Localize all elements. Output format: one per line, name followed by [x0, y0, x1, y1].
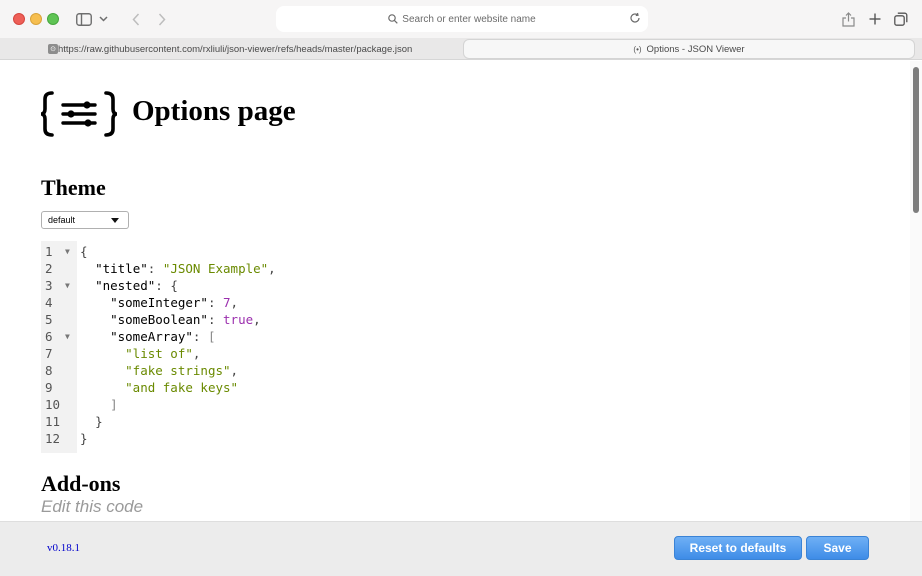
code-line: 1 ▼ { — [41, 243, 601, 260]
fold-arrow-icon[interactable]: ▼ — [65, 243, 70, 260]
code-token: "someBoolean" — [110, 312, 208, 327]
options-footer: v0.18.1 Reset to defaults Save — [0, 521, 922, 576]
code-token: { — [170, 278, 178, 293]
sidebar-toggle-button[interactable] — [74, 9, 94, 29]
fold-arrow-icon[interactable]: ▼ — [65, 328, 70, 345]
addons-heading: Add-ons — [41, 471, 121, 496]
browser-titlebar: Search or enter website name — [0, 0, 922, 38]
scrollbar-thumb[interactable] — [913, 67, 919, 213]
code-line: 4 "someInteger": 7, — [45, 295, 239, 310]
reset-to-defaults-button[interactable]: Reset to defaults — [674, 536, 802, 560]
share-button[interactable] — [839, 9, 857, 29]
fold-arrow-icon[interactable]: ▼ — [65, 277, 70, 294]
sidebar-menu-button[interactable] — [96, 9, 110, 29]
code-line: 6 ▼ "someArray": [ — [45, 328, 216, 345]
code-token: "JSON Example" — [162, 261, 269, 276]
tab-package-json[interactable]: ⊙ https://raw.githubusercontent.com/rxli… — [8, 39, 460, 59]
line-number: 2 — [45, 261, 53, 276]
new-tab-button[interactable] — [866, 9, 884, 29]
line-number: 12 — [45, 431, 61, 446]
line-number: 10 — [45, 397, 61, 412]
chevron-left-icon — [132, 12, 140, 26]
line-number: 3 — [45, 278, 53, 293]
sidebar-icon — [76, 12, 92, 26]
version-label: v0.18.1 — [47, 542, 80, 554]
search-icon — [388, 14, 399, 24]
code-line: 5 "someBoolean": true, — [45, 312, 261, 327]
theme-select-value: default — [48, 215, 76, 225]
tab-options-json-viewer[interactable]: (•) Options - JSON Viewer — [463, 39, 915, 59]
line-number: 9 — [45, 380, 53, 395]
json-viewer-logo-icon — [41, 91, 117, 137]
code-line: 7 "list of", — [45, 346, 201, 361]
code-token: { — [80, 244, 88, 259]
theme-heading: Theme — [41, 175, 106, 200]
code-token: ] — [110, 397, 118, 412]
code-line: 2 "title": "JSON Example", — [45, 261, 276, 276]
code-token: "and fake keys" — [125, 380, 239, 395]
tab-bar: ⊙ https://raw.githubusercontent.com/rxli… — [0, 38, 922, 60]
address-bar[interactable]: Search or enter website name — [276, 6, 648, 32]
line-number: 7 — [45, 346, 53, 361]
address-placeholder: Search or enter website name — [402, 13, 536, 25]
options-page: Options page Theme default 1 ▼ { 2 "titl… — [0, 61, 910, 521]
code-token: "someArray" — [110, 329, 193, 344]
code-line: 8 "fake strings", — [45, 363, 239, 378]
line-number: 11 — [45, 414, 61, 429]
code-token: } — [95, 414, 103, 429]
page-scrollbar[interactable] — [910, 61, 922, 521]
zoom-window-button[interactable] — [47, 13, 59, 25]
code-line: 12 } — [41, 430, 601, 447]
code-token: "list of" — [125, 346, 193, 361]
code-line: 3 ▼ "nested": { — [45, 277, 178, 294]
line-number: 8 — [45, 363, 53, 378]
reload-icon[interactable] — [628, 11, 642, 25]
code-token: "fake strings" — [125, 363, 231, 378]
code-line: 10 ] — [41, 396, 601, 413]
tab-overview-button[interactable] — [892, 9, 910, 29]
json-viewer-favicon-icon: (•) — [633, 44, 642, 54]
chevron-right-icon — [158, 12, 166, 26]
close-window-button[interactable] — [13, 13, 25, 25]
line-number: 5 — [45, 312, 53, 327]
code-line: 9 "and fake keys" — [41, 379, 601, 396]
addons-hint: Edit this code — [41, 497, 144, 516]
code-token: } — [80, 431, 88, 446]
code-token: "nested" — [95, 278, 156, 293]
line-number: 4 — [45, 295, 53, 310]
code-token: [ — [207, 329, 216, 344]
dropdown-arrow-icon — [111, 218, 119, 223]
plus-icon — [869, 13, 881, 25]
tabs-overview-icon — [894, 12, 908, 26]
code-token: "someInteger" — [110, 295, 208, 310]
share-icon — [841, 11, 855, 27]
page-title: Options page — [132, 95, 296, 127]
tab-favicon-icon: ⊙ — [48, 44, 58, 54]
tab-label: Options - JSON Viewer — [646, 43, 745, 55]
save-button[interactable]: Save — [806, 536, 869, 560]
line-number: 1 — [45, 244, 53, 259]
code-line: 11 } — [41, 413, 601, 430]
code-token: "title" — [95, 261, 148, 276]
tab-label: https://raw.githubusercontent.com/rxliul… — [58, 43, 413, 55]
code-token: true — [223, 312, 254, 327]
line-number: 6 — [45, 329, 53, 344]
forward-button[interactable] — [154, 9, 170, 29]
code-token: 7 — [223, 295, 231, 310]
back-button[interactable] — [128, 9, 144, 29]
minimize-window-button[interactable] — [30, 13, 42, 25]
chevron-down-icon — [98, 16, 108, 22]
theme-preview-editor[interactable]: 1 ▼ { 2 "title": "JSON Example", 3 ▼ "ne… — [41, 241, 601, 453]
theme-select[interactable]: default — [41, 211, 129, 229]
